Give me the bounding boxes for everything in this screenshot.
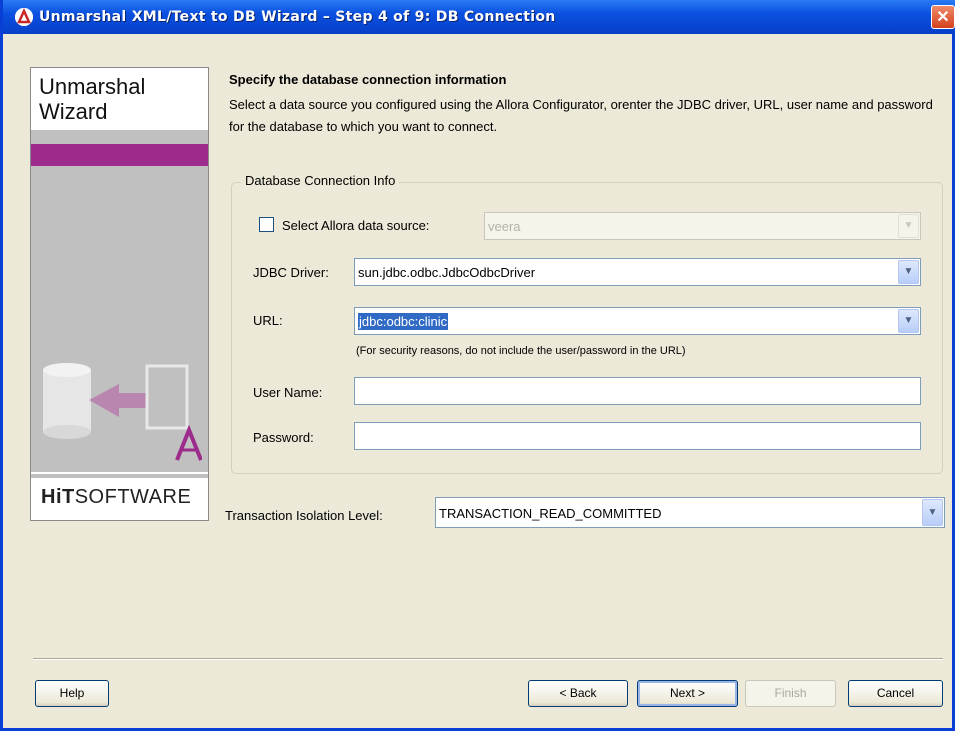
username-label: User Name: bbox=[253, 385, 323, 400]
group-label: Database Connection Info bbox=[241, 173, 400, 188]
url-combo[interactable]: jdbc:odbc:clinic ▼ bbox=[354, 307, 921, 335]
datasource-checkbox[interactable] bbox=[259, 217, 274, 232]
close-button[interactable]: ✕ bbox=[931, 5, 955, 29]
side-title-line2: Wizard bbox=[39, 99, 108, 124]
datasource-select: veera ▼ bbox=[484, 212, 921, 240]
hit-software-logo: HiTSOFTWARE bbox=[31, 478, 208, 520]
datasource-label[interactable]: Select Allora data source: bbox=[282, 218, 429, 233]
url-security-note: (For security reasons, do not include th… bbox=[356, 345, 686, 357]
accent-bar bbox=[31, 144, 208, 166]
logo-bold: HiT bbox=[41, 486, 75, 508]
wizard-side-panel: Unmarshal Wizard HiTSOFTWARE bbox=[30, 67, 209, 521]
database-import-icon bbox=[37, 360, 203, 471]
close-icon: ✕ bbox=[936, 9, 950, 26]
back-button[interactable]: < Back bbox=[528, 680, 628, 707]
jdbc-driver-combo[interactable]: sun.jdbc.odbc.JdbcOdbcDriver ▼ bbox=[354, 258, 921, 286]
isolation-level-combo[interactable]: TRANSACTION_READ_COMMITTED ▼ bbox=[435, 497, 945, 528]
next-button[interactable]: Next > bbox=[637, 680, 738, 707]
url-value: jdbc:odbc:clinic bbox=[358, 313, 449, 330]
password-input[interactable] bbox=[354, 422, 921, 450]
wizard-window: Unmarshal XML/Text to DB Wizard – Step 4… bbox=[0, 0, 955, 731]
jdbc-driver-value: sun.jdbc.odbc.JdbcOdbcDriver bbox=[358, 265, 536, 280]
cancel-button[interactable]: Cancel bbox=[848, 680, 943, 707]
url-label: URL: bbox=[253, 313, 283, 328]
chevron-down-icon[interactable]: ▼ bbox=[898, 260, 919, 284]
username-input[interactable] bbox=[354, 377, 921, 405]
password-label: Password: bbox=[253, 430, 314, 445]
side-title-line1: Unmarshal bbox=[39, 74, 146, 99]
side-panel-divider bbox=[31, 472, 208, 474]
isolation-level-label: Transaction Isolation Level: bbox=[225, 508, 383, 523]
window-title: Unmarshal XML/Text to DB Wizard – Step 4… bbox=[39, 9, 556, 25]
help-button[interactable]: Help bbox=[35, 680, 109, 707]
page-heading: Specify the database connection informat… bbox=[229, 72, 507, 87]
title-bar[interactable]: Unmarshal XML/Text to DB Wizard – Step 4… bbox=[3, 0, 955, 34]
logo-rest: SOFTWARE bbox=[74, 486, 192, 508]
chevron-down-icon[interactable]: ▼ bbox=[898, 309, 919, 333]
datasource-value: veera bbox=[488, 219, 521, 234]
jdbc-driver-label: JDBC Driver: bbox=[253, 265, 329, 280]
altova-logo-icon bbox=[15, 8, 33, 26]
chevron-down-icon[interactable]: ▼ bbox=[922, 499, 943, 526]
side-panel-title: Unmarshal Wizard bbox=[31, 68, 208, 130]
isolation-level-value: TRANSACTION_READ_COMMITTED bbox=[439, 506, 662, 521]
finish-button: Finish bbox=[745, 680, 836, 707]
chevron-down-icon: ▼ bbox=[898, 214, 919, 238]
page-description: Select a data source you configured usin… bbox=[229, 97, 933, 134]
button-separator bbox=[33, 658, 943, 660]
